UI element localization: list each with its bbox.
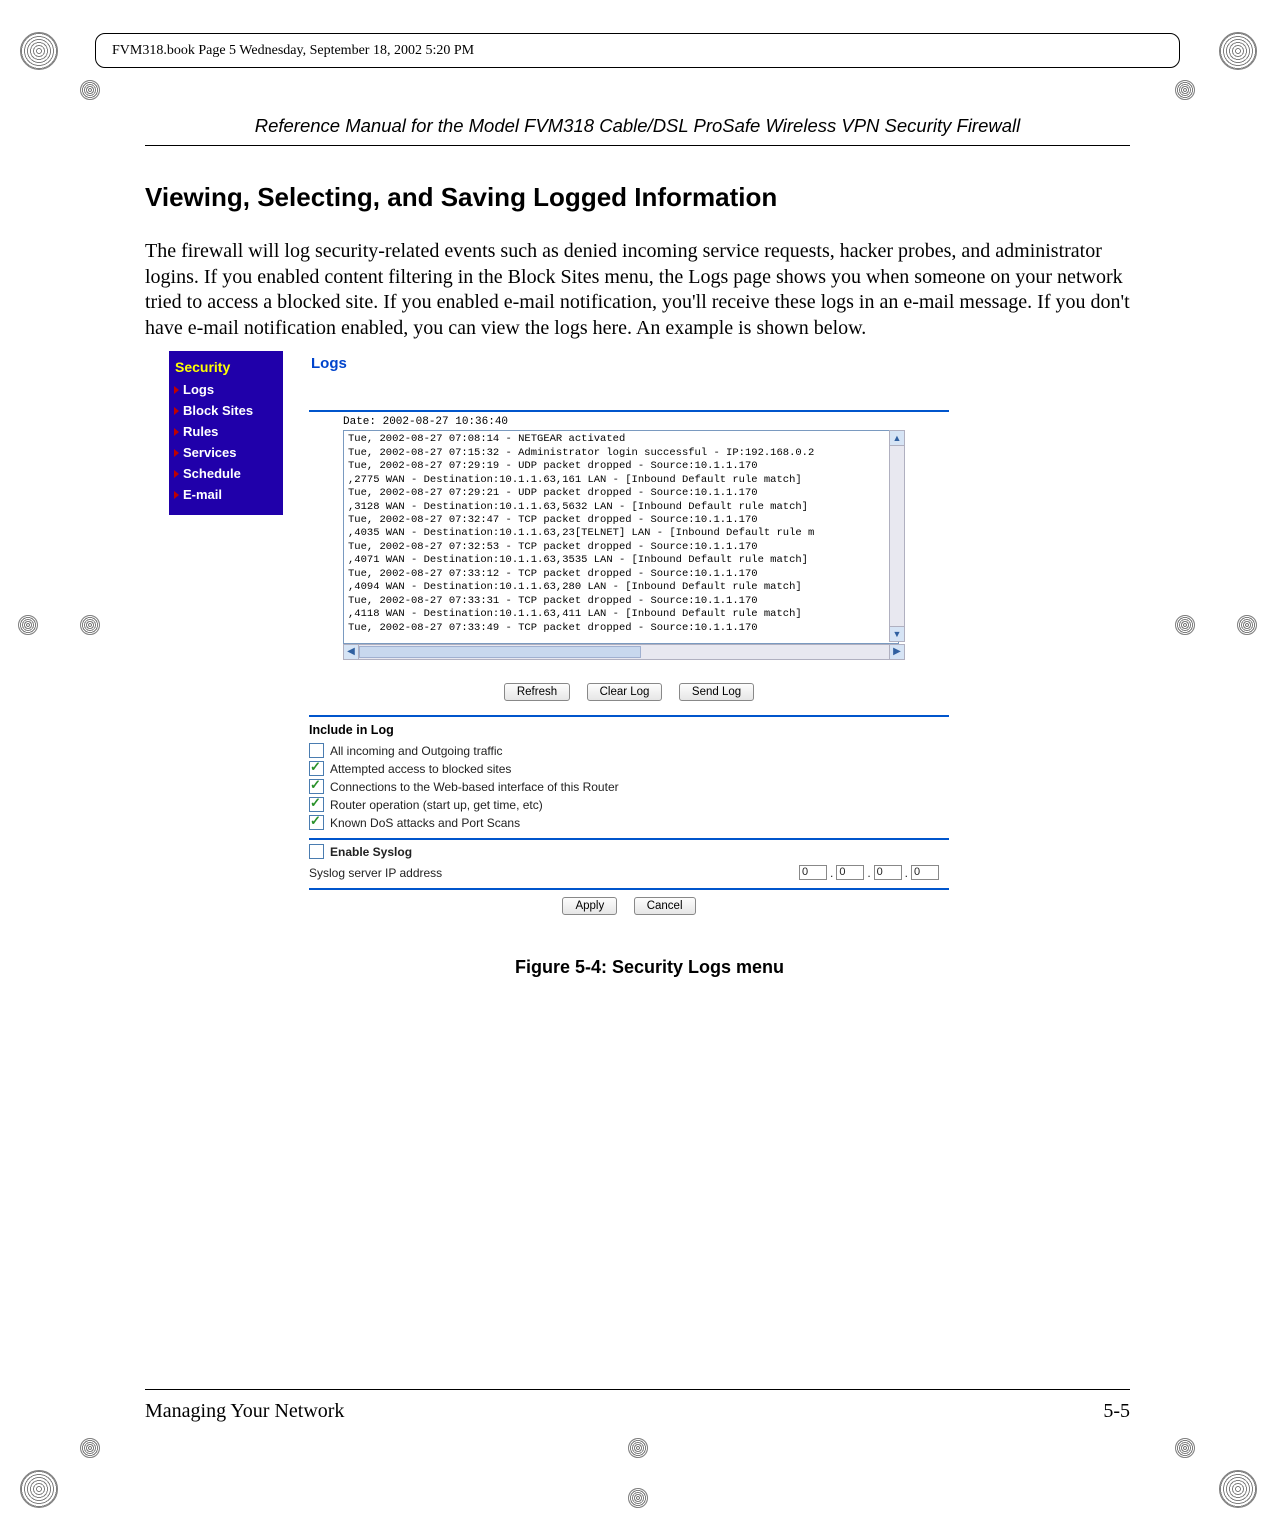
cropmark-icon bbox=[1217, 30, 1257, 70]
sidebar-item-schedule[interactable]: Schedule bbox=[169, 463, 283, 484]
sidebar-heading: Security bbox=[169, 357, 283, 379]
include-checkbox-3[interactable] bbox=[309, 797, 324, 812]
include-checkbox-2[interactable] bbox=[309, 779, 324, 794]
cropmark-icon bbox=[18, 615, 38, 635]
cropmark-icon bbox=[1237, 615, 1257, 635]
vertical-scrollbar[interactable]: ▲ ▼ bbox=[889, 430, 905, 642]
log-textarea[interactable]: Tue, 2002-08-27 07:08:14 - NETGEAR activ… bbox=[343, 430, 899, 644]
cropmark-icon bbox=[1175, 615, 1195, 635]
cropmark-icon bbox=[1175, 80, 1195, 100]
body-paragraph: The firewall will log security-related e… bbox=[145, 239, 1130, 341]
sidebar-item-email[interactable]: E-mail bbox=[169, 484, 283, 505]
cropmark-icon bbox=[18, 1468, 58, 1508]
divider-icon bbox=[309, 888, 949, 890]
cropmark-icon bbox=[628, 1488, 648, 1508]
include-label-1: Attempted access to blocked sites bbox=[330, 762, 511, 776]
sidebar-item-blocksites[interactable]: Block Sites bbox=[169, 400, 283, 421]
refresh-button[interactable]: Refresh bbox=[504, 683, 570, 701]
sidebar-nav: Security Logs Block Sites Rules Services… bbox=[169, 351, 283, 515]
cropmark-icon bbox=[80, 1438, 100, 1458]
footer-right: 5-5 bbox=[1103, 1400, 1130, 1423]
cropmark-icon bbox=[1175, 1438, 1195, 1458]
ip-octet-2[interactable]: 0 bbox=[836, 865, 864, 880]
clearlog-button[interactable]: Clear Log bbox=[587, 683, 663, 701]
include-heading: Include in Log bbox=[309, 723, 949, 737]
sidebar-item-logs[interactable]: Logs bbox=[169, 379, 283, 400]
include-checkbox-4[interactable] bbox=[309, 815, 324, 830]
include-checkbox-1[interactable] bbox=[309, 761, 324, 776]
include-label-2: Connections to the Web-based interface o… bbox=[330, 780, 619, 794]
divider-icon bbox=[309, 410, 949, 412]
scroll-down-icon[interactable]: ▼ bbox=[890, 626, 904, 641]
ip-octet-1[interactable]: 0 bbox=[799, 865, 827, 880]
cropmark-icon bbox=[628, 1438, 648, 1458]
include-checkbox-0[interactable] bbox=[309, 743, 324, 758]
cropmark-icon bbox=[1217, 1468, 1257, 1508]
scroll-up-icon[interactable]: ▲ bbox=[890, 431, 904, 446]
divider-icon bbox=[309, 715, 949, 717]
horizontal-scrollbar[interactable]: ◀ ▶ bbox=[343, 644, 905, 660]
scroll-left-icon[interactable]: ◀ bbox=[344, 645, 359, 659]
scroll-right-icon[interactable]: ▶ bbox=[889, 645, 904, 659]
include-label-3: Router operation (start up, get time, et… bbox=[330, 798, 543, 812]
print-header-text: FVM318.book Page 5 Wednesday, September … bbox=[112, 43, 474, 59]
ip-octet-3[interactable]: 0 bbox=[874, 865, 902, 880]
figure: Security Logs Block Sites Rules Services… bbox=[169, 351, 1130, 978]
sidebar-item-services[interactable]: Services bbox=[169, 442, 283, 463]
figure-caption: Figure 5-4: Security Logs menu bbox=[169, 957, 1130, 978]
dot-icon: . bbox=[830, 866, 833, 880]
cancel-button[interactable]: Cancel bbox=[634, 897, 696, 915]
dot-icon: . bbox=[905, 866, 908, 880]
apply-button[interactable]: Apply bbox=[562, 897, 617, 915]
sendlog-button[interactable]: Send Log bbox=[679, 683, 754, 701]
enable-syslog-label: Enable Syslog bbox=[330, 845, 412, 859]
cropmark-icon bbox=[80, 615, 100, 635]
running-header: Reference Manual for the Model FVM318 Ca… bbox=[145, 115, 1130, 146]
footer-left: Managing Your Network bbox=[145, 1400, 344, 1423]
scroll-thumb[interactable] bbox=[359, 646, 641, 658]
include-label-4: Known DoS attacks and Port Scans bbox=[330, 816, 520, 830]
include-label-0: All incoming and Outgoing traffic bbox=[330, 744, 503, 758]
panel-title: Logs bbox=[311, 355, 949, 372]
divider-icon bbox=[309, 838, 949, 840]
dot-icon: . bbox=[867, 866, 870, 880]
ip-octet-4[interactable]: 0 bbox=[911, 865, 939, 880]
log-date: Date: 2002-08-27 10:36:40 bbox=[343, 416, 949, 428]
cropmark-icon bbox=[18, 30, 58, 70]
section-heading: Viewing, Selecting, and Saving Logged In… bbox=[145, 182, 1130, 213]
cropmark-icon bbox=[80, 80, 100, 100]
sidebar-item-rules[interactable]: Rules bbox=[169, 421, 283, 442]
syslog-ip-label: Syslog server IP address bbox=[309, 866, 442, 880]
logs-panel: Logs Date: 2002-08-27 10:36:40 Tue, 2002… bbox=[309, 351, 949, 929]
enable-syslog-checkbox[interactable] bbox=[309, 844, 324, 859]
